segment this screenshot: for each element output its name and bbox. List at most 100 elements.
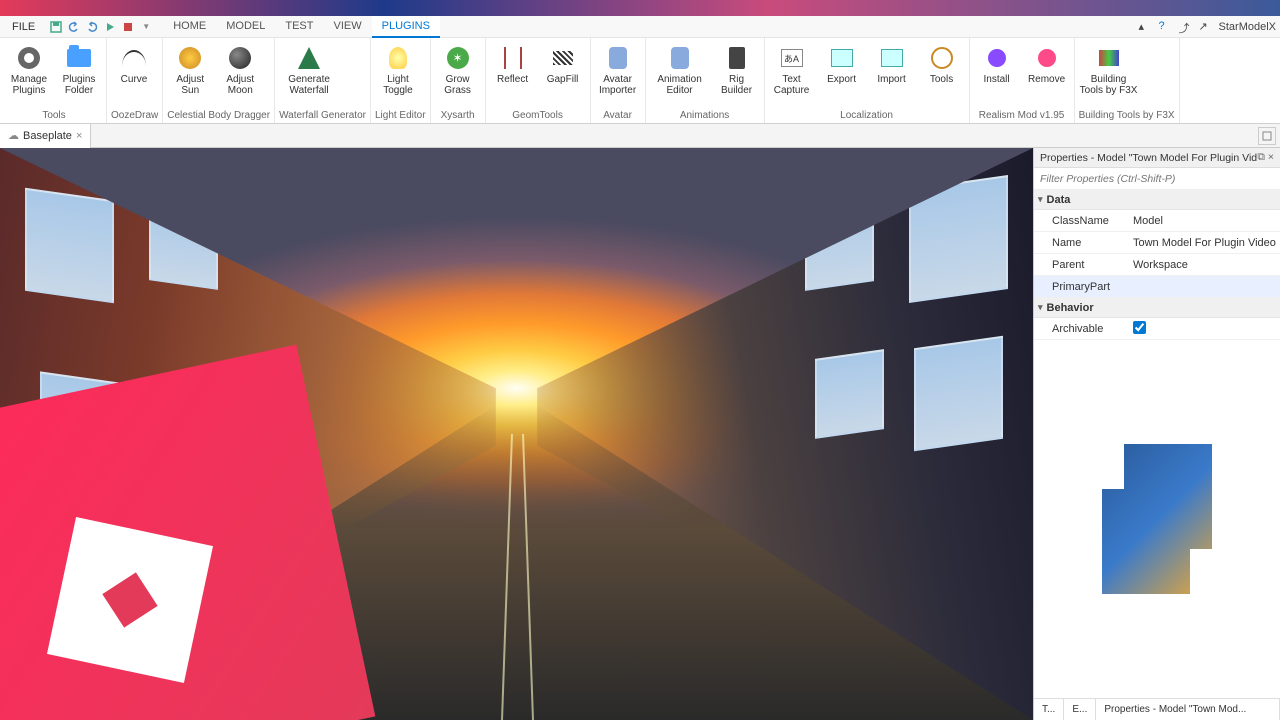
bulb-icon bbox=[384, 44, 412, 72]
property-checkbox[interactable] bbox=[1133, 321, 1146, 334]
save-icon[interactable] bbox=[48, 19, 64, 35]
ribbon-button-reflect[interactable]: Reflect bbox=[490, 40, 536, 85]
viewport-3d[interactable] bbox=[0, 148, 1033, 720]
rig-icon bbox=[723, 44, 751, 72]
ribbon-button-tools[interactable]: Tools bbox=[919, 40, 965, 85]
properties-panel: Properties - Model "Town Model For Plugi… bbox=[1033, 148, 1280, 720]
ribbon-button-export[interactable]: Export bbox=[819, 40, 865, 85]
menu-tab-plugins[interactable]: PLUGINS bbox=[372, 16, 440, 38]
ribbon-button-label: Export bbox=[827, 74, 856, 85]
waterfall-icon bbox=[295, 44, 323, 72]
username-label[interactable]: StarModelX bbox=[1219, 21, 1276, 33]
property-row-name[interactable]: NameTown Model For Plugin Video bbox=[1034, 232, 1280, 254]
branding-logo-icon bbox=[1102, 444, 1212, 594]
ribbon-button-manage-plugins[interactable]: Manage Plugins bbox=[6, 40, 52, 96]
ribbon-button-import[interactable]: Import bbox=[869, 40, 915, 85]
bottom-tab-e[interactable]: E... bbox=[1064, 699, 1096, 720]
bottom-tab-properties[interactable]: Properties - Model "Town Mod... bbox=[1096, 699, 1280, 720]
document-tab-baseplate[interactable]: ☁ Baseplate × bbox=[0, 124, 91, 148]
ribbon-button-animation-editor[interactable]: Animation Editor bbox=[650, 40, 710, 96]
property-row-classname[interactable]: ClassNameModel bbox=[1034, 210, 1280, 232]
ribbon-button-label: Text Capture bbox=[774, 74, 810, 96]
property-value[interactable] bbox=[1129, 321, 1280, 337]
ribbon-button-install[interactable]: Install bbox=[974, 40, 1020, 85]
install-icon bbox=[983, 44, 1011, 72]
ribbon-button-label: Adjust Moon bbox=[226, 74, 254, 96]
window-titlebar bbox=[0, 0, 1280, 16]
folder-icon bbox=[65, 44, 93, 72]
properties-bottom-tabs: T... E... Properties - Model "Town Mod..… bbox=[1034, 698, 1280, 720]
property-row-primarypart[interactable]: PrimaryPart bbox=[1034, 276, 1280, 298]
ribbon-button-label: Adjust Sun bbox=[176, 74, 204, 96]
ribbon-group: Building Tools by F3XBuilding Tools by F… bbox=[1075, 38, 1180, 123]
menu-tab-view[interactable]: VIEW bbox=[323, 16, 371, 38]
ribbon-button-label: Plugins Folder bbox=[63, 74, 96, 96]
ribbon-group-label: Localization bbox=[769, 108, 965, 123]
ribbon-button-curve[interactable]: Curve bbox=[111, 40, 157, 85]
close-icon[interactable]: × bbox=[76, 130, 82, 142]
ribbon-button-rig-builder[interactable]: Rig Builder bbox=[714, 40, 760, 96]
stop-icon[interactable] bbox=[120, 19, 136, 35]
ribbon-button-label: Rig Builder bbox=[721, 74, 752, 96]
undo-icon[interactable] bbox=[66, 19, 82, 35]
menu-tab-test[interactable]: TEST bbox=[275, 16, 323, 38]
cloud-icon: ☁ bbox=[8, 129, 19, 142]
ribbon-button-light-toggle[interactable]: Light Toggle bbox=[375, 40, 421, 96]
property-value[interactable]: Town Model For Plugin Video bbox=[1129, 237, 1280, 249]
ribbon-button-text-capture[interactable]: あAText Capture bbox=[769, 40, 815, 96]
ribbon-group: Avatar ImporterAvatar bbox=[591, 38, 646, 123]
properties-filter-input[interactable] bbox=[1034, 168, 1280, 189]
ribbon-button-remove[interactable]: Remove bbox=[1024, 40, 1070, 85]
file-menu[interactable]: FILE bbox=[4, 18, 43, 36]
help-icon[interactable]: ? bbox=[1159, 20, 1173, 34]
ribbon-group-label: Realism Mod v1.95 bbox=[974, 108, 1070, 123]
ribbon-button-label: Tools bbox=[930, 74, 953, 85]
chevron-down-icon: ▾ bbox=[1038, 302, 1043, 313]
redo-icon[interactable] bbox=[84, 19, 100, 35]
share-icon[interactable]: ↗ bbox=[1199, 20, 1213, 34]
menu-tab-model[interactable]: MODEL bbox=[216, 16, 275, 38]
property-key: PrimaryPart bbox=[1034, 281, 1129, 293]
close-panel-icon[interactable]: × bbox=[1268, 151, 1274, 164]
ribbon-group-label: Celestial Body Dragger bbox=[167, 108, 270, 123]
ribbon-button-label: Grow Grass bbox=[444, 74, 471, 96]
property-value[interactable]: Workspace bbox=[1129, 259, 1280, 271]
ribbon-group-label: GeomTools bbox=[490, 108, 586, 123]
properties-title-text: Properties - Model "Town Model For Plugi… bbox=[1040, 152, 1257, 164]
ribbon-button-gapfill[interactable]: GapFill bbox=[540, 40, 586, 85]
remove-icon bbox=[1033, 44, 1061, 72]
maximize-viewport-icon[interactable] bbox=[1258, 127, 1276, 145]
export-icon bbox=[828, 44, 856, 72]
play-icon[interactable] bbox=[102, 19, 118, 35]
ribbon-button-generate-waterfall[interactable]: Generate Waterfall bbox=[279, 40, 339, 96]
properties-title-bar[interactable]: Properties - Model "Town Model For Plugi… bbox=[1034, 148, 1280, 168]
document-tab-label: Baseplate bbox=[23, 130, 72, 142]
property-section-data[interactable]: ▾Data bbox=[1034, 190, 1280, 210]
upload-icon[interactable]: ⤴ bbox=[1179, 20, 1193, 34]
ribbon-group: InstallRemove Realism Mod v1.95 bbox=[970, 38, 1075, 123]
ribbon-button-building-tools-by-f3x[interactable]: Building Tools by F3X bbox=[1079, 40, 1139, 96]
menu-tab-home[interactable]: HOME bbox=[163, 16, 216, 38]
f3x-icon bbox=[1095, 44, 1123, 72]
ribbon-group-label: Xysarth bbox=[435, 108, 481, 123]
ribbon-button-avatar-importer[interactable]: Avatar Importer bbox=[595, 40, 641, 96]
ribbon-button-label: Animation Editor bbox=[657, 74, 701, 96]
ribbon-group-label: Tools bbox=[6, 108, 102, 123]
ribbon-button-plugins-folder[interactable]: Plugins Folder bbox=[56, 40, 102, 96]
ribbon-button-adjust-moon[interactable]: Adjust Moon bbox=[217, 40, 263, 96]
property-row-archivable[interactable]: Archivable bbox=[1034, 318, 1280, 340]
popout-icon[interactable]: ⧉ bbox=[1257, 151, 1265, 164]
collapse-ribbon-icon[interactable]: ▴ bbox=[1139, 20, 1153, 34]
ribbon-group-label: Animations bbox=[650, 108, 760, 123]
property-section-behavior[interactable]: ▾Behavior bbox=[1034, 298, 1280, 318]
qat-dropdown-icon[interactable]: ▼ bbox=[138, 19, 154, 35]
ribbon-group: CurveOozeDraw bbox=[107, 38, 163, 123]
property-row-parent[interactable]: ParentWorkspace bbox=[1034, 254, 1280, 276]
ribbon-button-label: Reflect bbox=[497, 74, 528, 85]
property-value[interactable]: Model bbox=[1129, 215, 1280, 227]
ribbon-button-label: Building Tools by F3X bbox=[1080, 74, 1138, 96]
property-key: Archivable bbox=[1034, 323, 1129, 335]
bottom-tab-t[interactable]: T... bbox=[1034, 699, 1064, 720]
ribbon-button-grow-grass[interactable]: ✶Grow Grass bbox=[435, 40, 481, 96]
ribbon-button-adjust-sun[interactable]: Adjust Sun bbox=[167, 40, 213, 96]
